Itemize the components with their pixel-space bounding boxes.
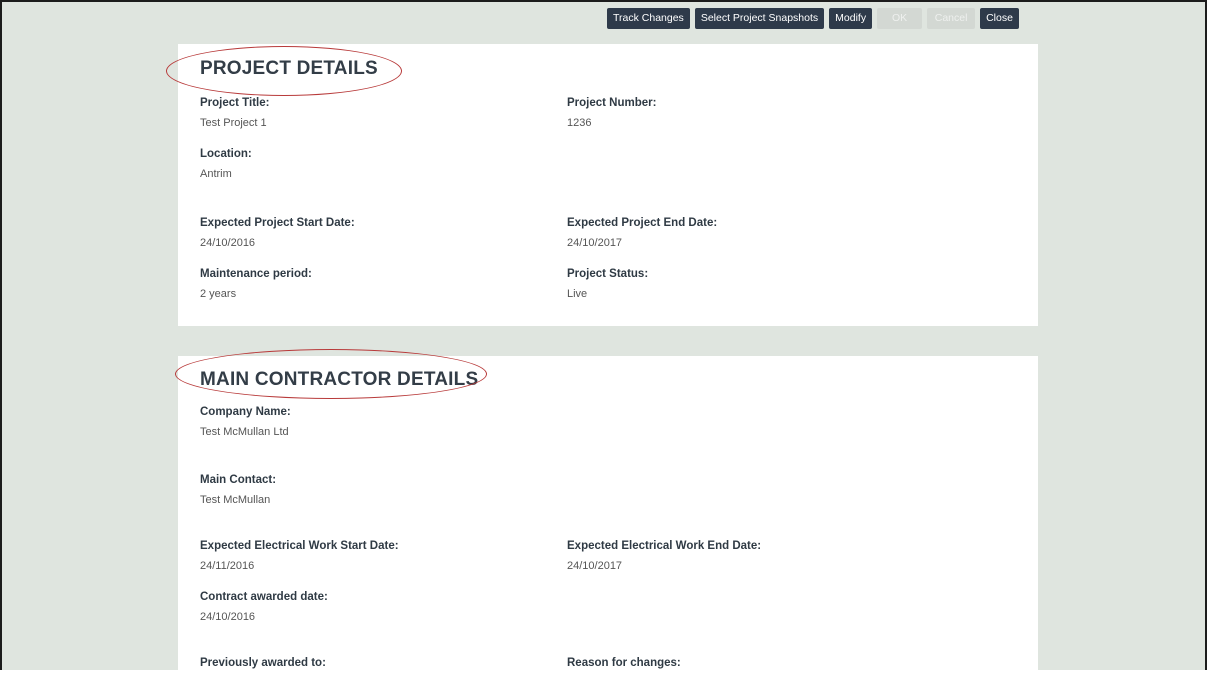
project-end-date-label: Expected Project End Date:: [567, 217, 718, 229]
electrical-end-date-label: Expected Electrical Work End Date:: [567, 540, 762, 552]
location-field: Location: Antrim: [200, 148, 252, 180]
main-contact-value: Test McMullan: [200, 494, 271, 506]
reason-for-changes-label: Reason for changes:: [567, 657, 681, 669]
electrical-start-date-label: Expected Electrical Work Start Date:: [200, 540, 399, 552]
project-details-heading: PROJECT DETAILS: [200, 58, 378, 79]
project-title-label: Project Title:: [200, 97, 270, 109]
project-end-date-value: 24/10/2017: [567, 237, 623, 249]
electrical-start-date-field: Expected Electrical Work Start Date: 24/…: [200, 540, 399, 572]
contract-awarded-date-value: 24/10/2016: [200, 611, 256, 623]
action-toolbar: Track Changes Select Project Snapshots M…: [607, 8, 1019, 30]
select-project-snapshots-button[interactable]: Select Project Snapshots: [694, 8, 825, 29]
main-contact-field: Main Contact: Test McMullan: [200, 474, 276, 506]
track-changes-button[interactable]: Track Changes: [607, 8, 690, 29]
project-start-date-value: 24/10/2016: [200, 237, 256, 249]
maintenance-period-field: Maintenance period: 2 years: [200, 268, 312, 300]
contract-awarded-date-field: Contract awarded date: 24/10/2016: [200, 591, 328, 623]
project-title-value: Test Project 1: [200, 117, 267, 129]
page-background: Track Changes Select Project Snapshots M…: [0, 0, 1207, 686]
contract-awarded-date-label: Contract awarded date:: [200, 591, 328, 603]
main-contractor-heading: MAIN CONTRACTOR DETAILS: [200, 369, 479, 390]
main-contractor-panel: MAIN CONTRACTOR DETAILS Company Name: Te…: [178, 356, 1038, 686]
project-number-field: Project Number: 1236: [567, 97, 656, 129]
location-value: Antrim: [200, 168, 232, 180]
project-number-label: Project Number:: [567, 97, 657, 109]
project-start-date-field: Expected Project Start Date: 24/10/2016: [200, 217, 355, 249]
electrical-end-date-value: 24/10/2017: [567, 560, 623, 572]
cancel-button[interactable]: Cancel: [927, 8, 976, 29]
project-details-panel: PROJECT DETAILS Project Title: Test Proj…: [178, 44, 1038, 326]
project-title-field: Project Title: Test Project 1: [200, 97, 269, 129]
project-status-value: Live: [567, 288, 588, 300]
project-start-date-label: Expected Project Start Date:: [200, 217, 355, 229]
electrical-end-date-field: Expected Electrical Work End Date: 24/10…: [567, 540, 761, 572]
close-button[interactable]: Close: [980, 8, 1019, 29]
company-name-field: Company Name: Test McMullan Ltd: [200, 406, 291, 438]
ok-button[interactable]: OK: [877, 8, 923, 29]
project-number-value: 1236: [567, 117, 592, 129]
modify-button[interactable]: Modify: [829, 8, 873, 29]
electrical-start-date-value: 24/11/2016: [200, 560, 255, 572]
maintenance-period-label: Maintenance period:: [200, 268, 312, 280]
company-name-label: Company Name:: [200, 406, 291, 418]
location-label: Location:: [200, 148, 252, 160]
main-contact-label: Main Contact:: [200, 474, 277, 486]
previously-awarded-label: Previously awarded to:: [200, 657, 326, 669]
company-name-value: Test McMullan Ltd: [200, 426, 289, 438]
project-status-label: Project Status:: [567, 268, 649, 280]
reason-for-changes-field: Reason for changes:: [567, 657, 681, 669]
project-end-date-field: Expected Project End Date: 24/10/2017: [567, 217, 717, 249]
previously-awarded-field: Previously awarded to:: [200, 657, 326, 669]
maintenance-period-value: 2 years: [200, 288, 237, 300]
project-status-field: Project Status: Live: [567, 268, 648, 300]
